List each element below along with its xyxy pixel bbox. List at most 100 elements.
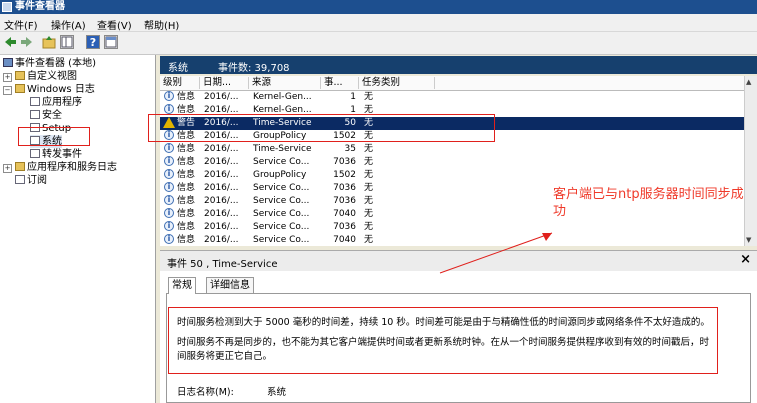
event-list-header: 系统 事件数: 39,708	[160, 56, 757, 74]
tree-item-forwarded-events[interactable]: 转发事件	[30, 148, 82, 161]
folder-icon	[15, 84, 25, 93]
collapse-windows-logs-icon[interactable]: −	[3, 86, 12, 95]
tree-item-root[interactable]: 事件查看器 (本地)	[3, 57, 96, 70]
cell-task-category: 无	[364, 183, 374, 193]
cell-source: Service Co...	[253, 235, 310, 245]
highlight-box-system-node	[18, 127, 90, 146]
cell-task-category: 无	[364, 144, 374, 154]
column-level[interactable]: 级别	[160, 77, 200, 89]
menu-action[interactable]: 操作(A)	[51, 17, 86, 32]
cell-date: 2016/...	[204, 92, 239, 102]
info-icon: i	[164, 221, 174, 231]
cell-date: 2016/...	[204, 209, 239, 219]
tree-item-app-services-logs[interactable]: 应用程序和服务日志	[15, 161, 117, 174]
tree-item-label: 应用程序和服务日志	[27, 162, 117, 173]
tree-item-label: Windows 日志	[27, 84, 95, 95]
cell-event-id: 7036	[333, 183, 356, 193]
up-folder-button[interactable]	[42, 35, 56, 49]
info-icon: i	[164, 156, 174, 166]
info-icon: i	[164, 234, 174, 244]
table-row[interactable]: i 信息 2016/... Kernel-Gen... 1 无	[160, 91, 744, 104]
column-date[interactable]: 日期...	[200, 77, 249, 89]
cell-task-category: 无	[364, 157, 374, 167]
tree-item-custom-views[interactable]: 自定义视图	[15, 70, 77, 83]
info-icon: i	[164, 104, 174, 114]
tree-item-label: 订阅	[27, 175, 47, 186]
list-title: 系统	[168, 63, 188, 74]
folder-up-icon	[42, 36, 56, 49]
info-icon: i	[164, 195, 174, 205]
cell-source: Time-Service	[253, 144, 312, 154]
table-row[interactable]: i 信息 2016/... Time-Service 35 无	[160, 143, 744, 156]
forward-button[interactable]	[20, 35, 34, 49]
cell-date: 2016/...	[204, 170, 239, 180]
cell-date: 2016/...	[204, 196, 239, 206]
cell-date: 2016/...	[204, 144, 239, 154]
folder-icon	[15, 162, 25, 171]
cell-event-id: 7040	[333, 235, 356, 245]
cell-date: 2016/...	[204, 183, 239, 193]
cell-level: 信息	[177, 222, 196, 232]
cell-event-id: 7040	[333, 209, 356, 219]
tree-item-application[interactable]: 应用程序	[30, 96, 82, 109]
menu-help[interactable]: 帮助(H)	[144, 17, 179, 32]
column-event-id[interactable]: 事...	[321, 77, 359, 89]
cell-source: Service Co...	[253, 157, 310, 167]
tab-general[interactable]: 常规	[168, 277, 196, 294]
menu-file[interactable]: 文件(F)	[4, 17, 38, 32]
cell-level: 信息	[177, 170, 196, 180]
column-task-category[interactable]: 任务类别	[359, 77, 435, 89]
info-icon: i	[164, 208, 174, 218]
event-list-scrollbar[interactable]: ▲ ▼	[744, 76, 757, 246]
show-tree-button[interactable]	[60, 35, 74, 49]
tree-item-label: 事件查看器 (本地)	[15, 58, 96, 69]
arrow-left-icon	[5, 37, 16, 47]
toolbar: ?	[0, 32, 757, 55]
window-title: 事件查看器	[15, 1, 65, 12]
cell-event-id: 1502	[333, 170, 356, 180]
cell-source: Service Co...	[253, 196, 310, 206]
back-button[interactable]	[3, 35, 17, 49]
event-count: 事件数: 39,708	[218, 63, 290, 74]
cell-source: GroupPolicy	[253, 170, 307, 180]
cell-source: Service Co...	[253, 222, 310, 232]
highlight-box-description	[168, 307, 718, 374]
cell-source: Kernel-Gen...	[253, 92, 312, 102]
help-button[interactable]: ?	[86, 35, 100, 49]
tab-details[interactable]: 详细信息	[206, 277, 254, 293]
help-icon: ?	[89, 36, 97, 49]
cell-event-id: 7036	[333, 196, 356, 206]
tree-item-subscriptions[interactable]: 订阅	[15, 174, 47, 187]
highlight-box-warning-row	[148, 114, 495, 142]
arrow-right-icon	[21, 37, 32, 47]
tree-item-label: 自定义视图	[27, 71, 77, 82]
tree-item-windows-logs[interactable]: Windows 日志	[15, 83, 95, 96]
expand-app-services-icon[interactable]: +	[3, 164, 12, 173]
table-row[interactable]: i 信息 2016/... GroupPolicy 1502 无	[160, 169, 744, 182]
scroll-up-icon[interactable]: ▲	[746, 78, 751, 86]
cell-event-id: 7036	[333, 222, 356, 232]
cell-task-category: 无	[364, 196, 374, 206]
cell-level: 信息	[177, 92, 196, 102]
annotation-arrow	[439, 232, 553, 274]
event-detail-title: 事件 50 , Time-Service	[167, 259, 278, 270]
show-tree-icon	[61, 36, 73, 48]
tree-item-security[interactable]: 安全	[30, 109, 62, 122]
cell-level: 信息	[177, 144, 196, 154]
expand-custom-views-icon[interactable]: +	[3, 73, 12, 82]
info-icon: i	[164, 91, 174, 101]
log-icon	[30, 97, 40, 106]
menu-view[interactable]: 查看(V)	[97, 17, 132, 32]
table-row[interactable]: i 信息 2016/... Service Co... 7036 无	[160, 156, 744, 169]
scroll-down-icon[interactable]: ▼	[746, 236, 751, 244]
column-source[interactable]: 来源	[249, 77, 321, 89]
close-icon[interactable]: ×	[740, 252, 751, 267]
cell-date: 2016/...	[204, 222, 239, 232]
tree-item-label: 应用程序	[42, 97, 82, 108]
navigation-tree: 事件查看器 (本地) + 自定义视图 − Windows 日志 应用程序 安全 …	[0, 55, 156, 403]
properties-button[interactable]	[104, 35, 118, 49]
cell-level: 信息	[177, 157, 196, 167]
cell-level: 信息	[177, 235, 196, 245]
tree-item-label: 安全	[42, 110, 62, 121]
cell-source: Service Co...	[253, 183, 310, 193]
